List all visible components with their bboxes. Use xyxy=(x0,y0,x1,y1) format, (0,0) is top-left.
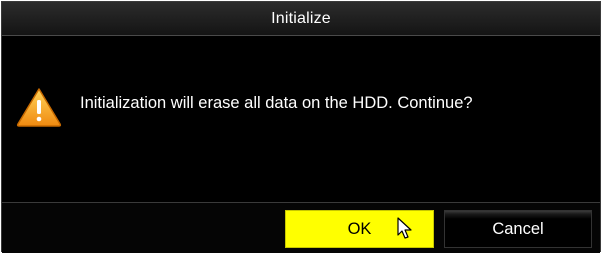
dialog-message: Initialization will erase all data on th… xyxy=(80,94,473,112)
ok-button-label: OK xyxy=(347,219,372,238)
dialog-footer: OK Cancel xyxy=(2,202,600,253)
initialize-dialog: Initialize Initialization will erase all… xyxy=(1,1,601,253)
dialog-body: Initialization will erase all data on th… xyxy=(2,37,600,202)
dialog-title: Initialize xyxy=(271,9,331,27)
dialog-titlebar: Initialize xyxy=(2,2,600,36)
cancel-button[interactable]: Cancel xyxy=(444,210,592,248)
mouse-cursor-icon xyxy=(397,217,412,239)
warning-icon xyxy=(16,88,62,127)
cancel-button-label: Cancel xyxy=(492,219,544,238)
